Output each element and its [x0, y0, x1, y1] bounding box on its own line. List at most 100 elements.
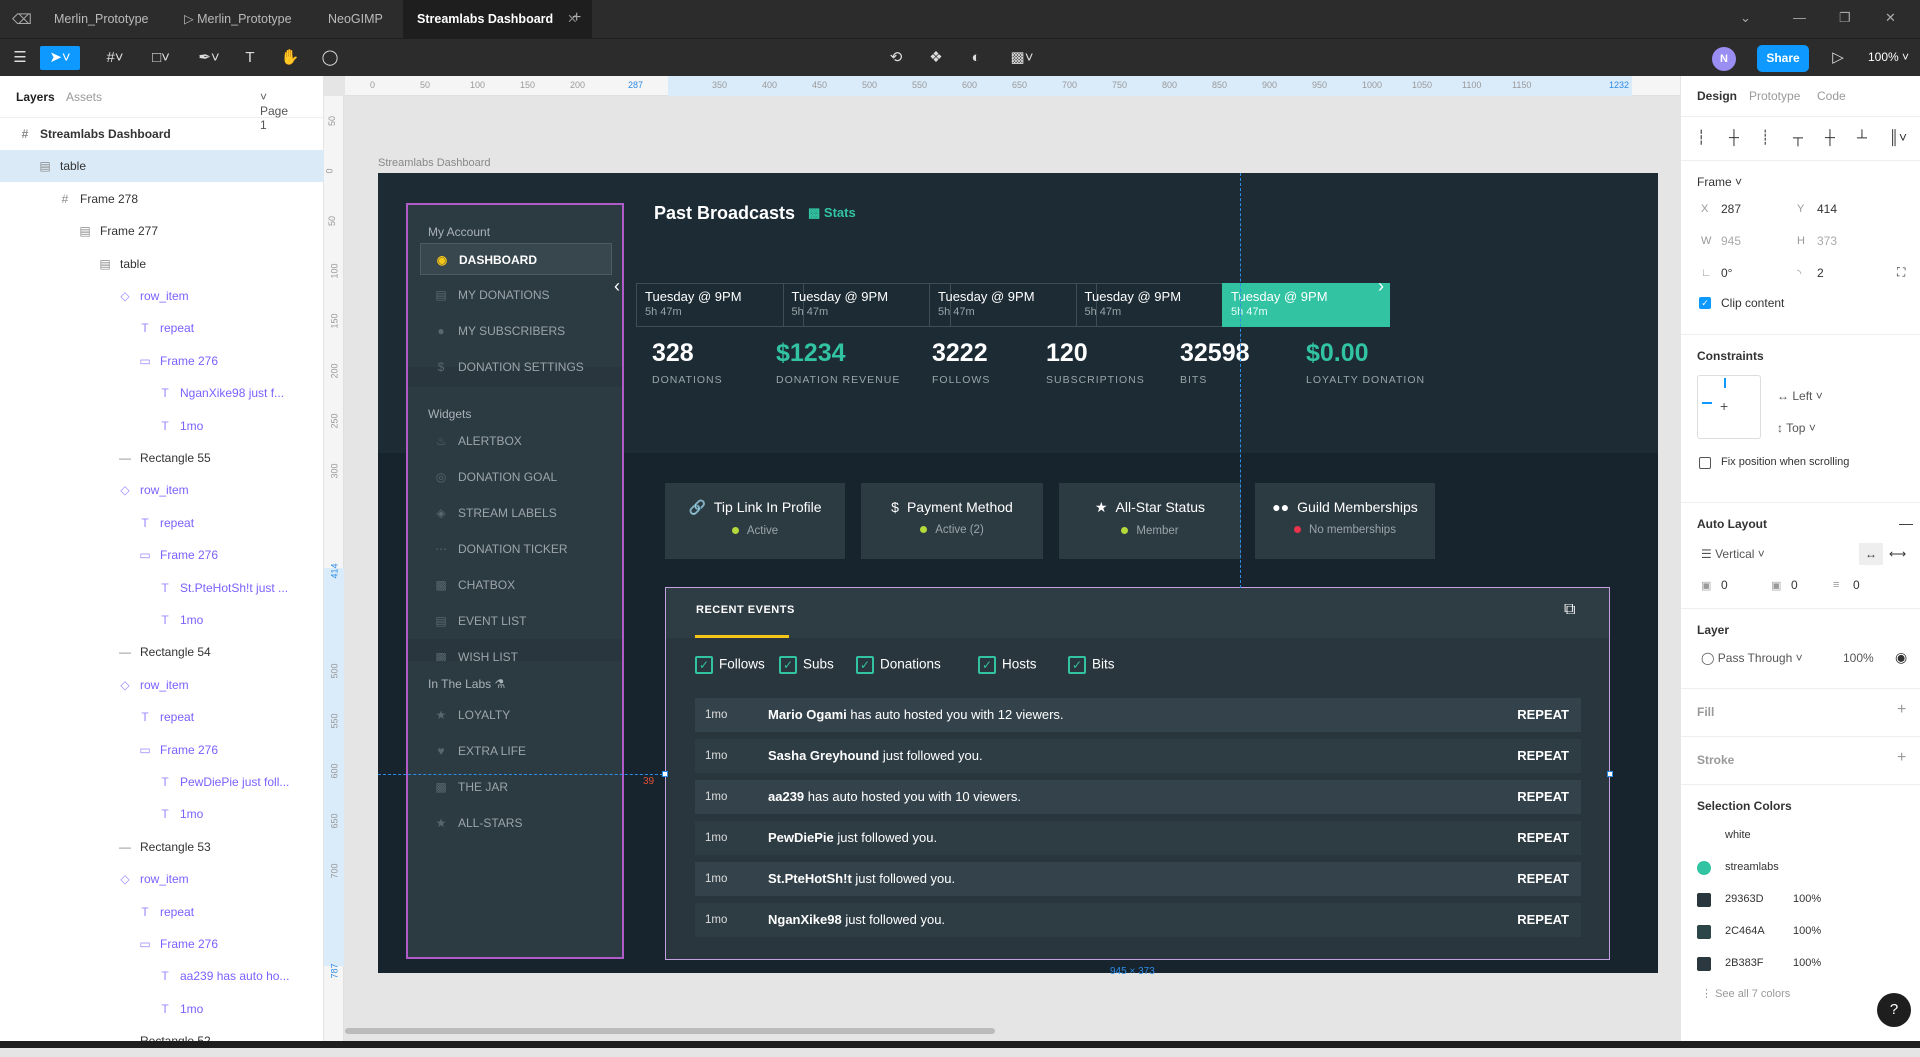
table-row[interactable]: 1mo Mario Ogami has auto hosted you with … [695, 698, 1581, 732]
sidebar-item-loyalty[interactable]: ★ LOYALTY [420, 699, 612, 731]
align-left-icon[interactable]: ┆ [1697, 129, 1705, 146]
checkbox-checked-icon[interactable]: ✓ [1068, 656, 1086, 674]
align-center-h-icon[interactable]: ┼ [1729, 129, 1739, 145]
layer-row[interactable]: Taa239 has auto ho... [0, 960, 324, 992]
filter-bits[interactable]: ✓ Bits [1068, 656, 1115, 674]
status-card-all-star-status[interactable]: ★ All-Star Status Member [1059, 483, 1241, 559]
independent-corners-icon[interactable]: ⛶ [1897, 265, 1905, 280]
boolean-icon[interactable]: ▩˅ [1004, 46, 1040, 70]
repeat-button[interactable]: REPEAT [1517, 903, 1569, 937]
vertical-constraint-dropdown[interactable]: ↕ Top ˅ [1777, 421, 1816, 435]
color-swatch[interactable] [1697, 893, 1711, 907]
zoom-level[interactable]: 100% ˅ [1868, 50, 1909, 64]
color-swatch[interactable] [1697, 829, 1711, 843]
tab-prototype[interactable]: Prototype [1749, 89, 1800, 103]
sidebar-item-donation-settings[interactable]: $ DONATION SETTINGS [420, 351, 612, 383]
color-opacity[interactable]: 100% [1793, 925, 1821, 937]
layer-row[interactable]: T 1mo [0, 993, 324, 1025]
chevron-down-icon[interactable]: ⌄ [1740, 10, 1751, 26]
tab-code[interactable]: Code [1817, 89, 1846, 103]
sidebar-item-extra-life[interactable]: ♥ EXTRA LIFE [420, 735, 612, 767]
selection-handle-right[interactable] [1607, 771, 1613, 777]
detach-icon[interactable]: ⟲ [884, 46, 908, 70]
carousel-prev-icon[interactable]: ‹ [614, 276, 620, 297]
table-row[interactable]: 1mo Sasha Greyhound just followed you. REP… [695, 739, 1581, 773]
fix-position-checkbox[interactable] [1699, 457, 1711, 469]
filter-donations[interactable]: ✓ Donations [856, 656, 941, 674]
layer-row[interactable]: ◇ row_item [0, 280, 324, 312]
frame-label[interactable]: Streamlabs Dashboard [378, 157, 491, 169]
minimize-icon[interactable]: — [1793, 10, 1806, 25]
layer-row[interactable]: ▭ Frame 276 [0, 345, 324, 377]
status-card-tip-link-in-profile[interactable]: 🔗 Tip Link In Profile Active [665, 483, 845, 559]
sidebar-item-alertbox[interactable]: ♨ ALERTBOX [420, 425, 612, 457]
constraint-widget[interactable]: + [1697, 375, 1761, 439]
color-name[interactable]: streamlabs [1725, 861, 1779, 873]
color-opacity[interactable]: 100% [1793, 957, 1821, 969]
fixed-width-icon[interactable]: ⟷ [1889, 547, 1906, 561]
align-top-icon[interactable]: ┬ [1793, 129, 1803, 145]
filter-follows[interactable]: ✓ Follows [695, 656, 765, 674]
figma-logo-icon[interactable]: ⌫ [12, 11, 32, 27]
y-field[interactable]: 414 [1817, 202, 1837, 216]
checkbox-checked-icon[interactable]: ✓ [978, 656, 996, 674]
table-row[interactable]: 1mo St.PteHotSh!t just followed you. REPEA… [695, 862, 1581, 896]
color-name[interactable]: 2C464A [1725, 925, 1765, 937]
rotation-field[interactable]: 0° [1721, 266, 1732, 280]
color-name[interactable]: 2B383F [1725, 957, 1764, 969]
frame-type-dropdown[interactable]: Frame ˅ [1697, 175, 1742, 189]
broadcast-card[interactable]: Tuesday @ 9PM 5h 47m [1222, 283, 1390, 327]
align-right-icon[interactable]: ┊ [1761, 129, 1769, 146]
recent-events-panel[interactable]: RECENT EVENTS ⧉ ✓ Follows ✓ Subs ✓ Donations ✓… [665, 587, 1610, 960]
broadcast-card[interactable]: Tuesday @ 9PM 5h 47m [929, 283, 1097, 327]
sidebar-item-the-jar[interactable]: ▩ THE JAR [420, 771, 612, 803]
filter-subs[interactable]: ✓ Subs [779, 656, 834, 674]
text-tool-icon[interactable]: T [240, 46, 260, 70]
eye-icon[interactable]: ◉ [1895, 649, 1907, 666]
layer-row[interactable]: T 1mo [0, 410, 324, 442]
align-bottom-icon[interactable]: ┴ [1857, 129, 1867, 145]
new-tab-icon[interactable]: + [572, 9, 581, 27]
filter-hosts[interactable]: ✓ Hosts [978, 656, 1037, 674]
layer-row[interactable]: ◇ row_item [0, 669, 324, 701]
layer-row[interactable]: — Rectangle 55 [0, 442, 324, 474]
blend-mode-dropdown[interactable]: ◯ Pass Through ˅ [1701, 651, 1803, 665]
layer-row[interactable]: — Rectangle 53 [0, 831, 324, 863]
status-card-payment-method[interactable]: $ Payment Method Active (2) [861, 483, 1043, 559]
layer-row[interactable]: ◇ row_item [0, 863, 324, 895]
layer-row[interactable]: Trepeat [0, 507, 324, 539]
checkbox-checked-icon[interactable]: ✓ [779, 656, 797, 674]
repeat-button[interactable]: REPEAT [1517, 780, 1569, 814]
broadcast-card[interactable]: Tuesday @ 9PM 5h 47m [1075, 283, 1244, 327]
see-all-colors-link[interactable]: ⋮ See all 7 colors [1701, 987, 1790, 1000]
constraint-left[interactable] [1702, 402, 1712, 404]
layer-row[interactable]: ▤ table [0, 248, 324, 280]
present-play-icon[interactable]: ▷ [1828, 46, 1848, 70]
tab-assets[interactable]: Assets [66, 90, 102, 104]
repeat-button[interactable]: REPEAT [1517, 698, 1569, 732]
layer-row[interactable]: ▤ table [0, 150, 324, 183]
sidebar-item-my-subscribers[interactable]: ● MY SUBSCRIBERS [420, 315, 612, 347]
repeat-button[interactable]: REPEAT [1517, 821, 1569, 855]
horizontal-scrollbar[interactable] [345, 1028, 995, 1034]
table-row[interactable]: 1mo aa239 has auto hosted you with 10 vie… [695, 780, 1581, 814]
add-fill-icon[interactable]: + [1897, 701, 1906, 719]
horizontal-constraint-dropdown[interactable]: ↔ Left ˅ [1777, 389, 1823, 403]
layer-row[interactable]: ▭ Frame 276 [0, 928, 324, 960]
tab-design[interactable]: Design [1697, 89, 1737, 103]
selection-handle-left[interactable] [662, 771, 668, 777]
streamlabs-dashboard-frame[interactable]: My Account ◉ DASHBOARD ▤ MY DONATIONS ● MY SU… [378, 173, 1658, 973]
carousel-next-icon[interactable]: › [1378, 276, 1384, 297]
table-row[interactable]: 1mo NganXike98 just followed you. REPEAT [695, 903, 1581, 937]
sidebar-item-chatbox[interactable]: ▩ CHATBOX [420, 569, 612, 601]
constraint-top[interactable] [1724, 378, 1726, 388]
layer-row[interactable]: Trepeat [0, 312, 324, 344]
table-row[interactable]: 1mo PewDiePie just followed you. REPEAT [695, 821, 1581, 855]
tab-merlin-prototype-play[interactable]: ▷ Merlin_Prototype [170, 0, 306, 38]
close-window-icon[interactable]: ✕ [1885, 10, 1896, 26]
layer-row[interactable]: T 1mo [0, 798, 324, 830]
layer-row[interactable]: # Frame 278 [0, 183, 324, 215]
sidebar-item-event-list[interactable]: ▤ EVENT LIST [420, 605, 612, 637]
tab-neogimp[interactable]: NeoGIMP [314, 0, 397, 38]
hug-icon[interactable]: ↔ [1859, 543, 1883, 565]
